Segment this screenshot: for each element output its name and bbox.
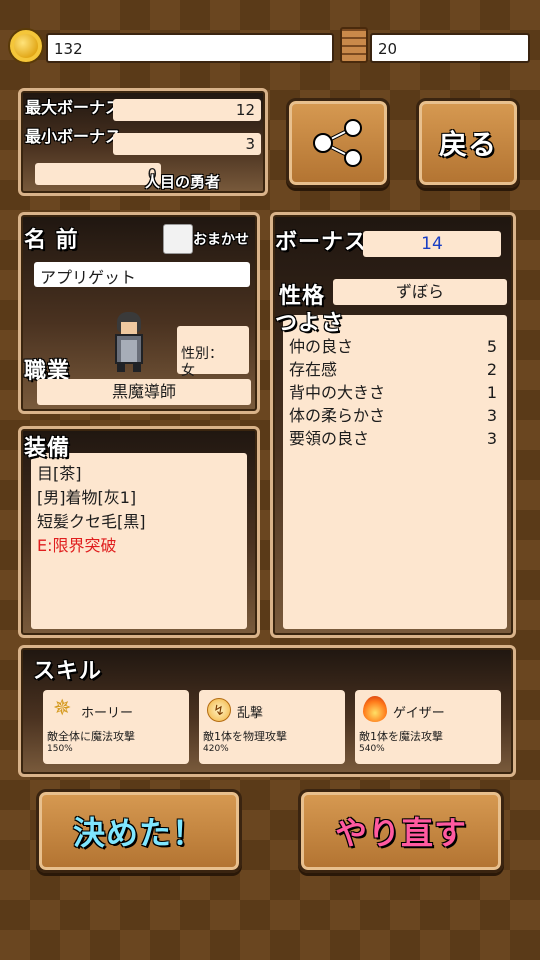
skill-desc: 敵全体に魔法攻撃	[47, 730, 135, 743]
name-input[interactable]: アプリゲット	[34, 262, 250, 287]
slash-icon: ↯	[207, 698, 231, 722]
name-title: 名 前	[24, 228, 79, 253]
bonus-label: ボーナス	[275, 230, 368, 255]
stat-value: 1	[486, 383, 497, 402]
brick-icon	[340, 27, 368, 63]
redo-button[interactable]: やり直す	[298, 789, 504, 873]
hero-count-suffix: 人目の勇者	[145, 173, 221, 191]
stat-name: 仲の良さ	[289, 337, 354, 356]
strength-list: 仲の良さ 5 存在感 2 背中の大きさ 1 体の柔らかさ 3 要領の良さ 3	[283, 315, 507, 629]
skill-percent: 420%	[203, 744, 229, 754]
strength-label: つよさ	[275, 311, 345, 336]
skill-name: ホーリー	[81, 706, 134, 721]
gender-value: 性別： 女	[181, 346, 223, 379]
coin-count-field: 132	[46, 33, 334, 63]
min-bonus-label: 最小ボーナス	[25, 127, 122, 146]
bonus-value: 14	[421, 234, 443, 254]
skill-card-holy[interactable]: ✵ ホーリー 敵全体に魔法攻撃 150%	[43, 690, 189, 764]
stat-row: 背中の大きさ 1	[289, 381, 497, 404]
holy-icon: ✵	[53, 696, 72, 721]
max-bonus-value: 12	[235, 101, 255, 119]
bonus-info-panel: 最大ボーナス 12 最小ボーナス 3 0 人目の勇者	[18, 88, 268, 196]
stat-row: 存在感 2	[289, 358, 497, 381]
skill-name: ゲイザー	[393, 706, 445, 721]
stat-name: 背中の大きさ	[289, 383, 386, 402]
coin-icon	[8, 28, 44, 64]
skill-card-ranbeki[interactable]: ↯ 乱撃 敵1体を物理攻撃 420%	[199, 690, 345, 764]
skills-panel: スキル ✵ ホーリー 敵全体に魔法攻撃 150% ↯ 乱撃 敵1体を物理攻撃 4…	[18, 645, 516, 777]
gender-field: 性別： 女	[177, 326, 249, 379]
hero-count-field: 0	[35, 163, 161, 185]
min-bonus-value-field: 3	[113, 133, 261, 155]
max-bonus-label: 最大ボーナス	[25, 98, 122, 117]
stat-row: 要領の良さ 3	[289, 427, 497, 450]
equipment-list: 目[茶] [男]着物[灰1] 短髪クセ毛[黒] E:限界突破	[31, 453, 247, 629]
skill-card-geyser[interactable]: ゲイザー 敵1体を魔法攻撃 540%	[355, 690, 501, 764]
decide-button[interactable]: 決めた！	[36, 789, 242, 873]
back-button[interactable]: 戻る	[416, 98, 520, 188]
fire-icon	[363, 696, 387, 722]
redo-button-label: やり直す	[334, 814, 467, 852]
stat-row: 体の柔らかさ 3	[289, 404, 497, 427]
skill-name: 乱撃	[237, 706, 264, 721]
skill-percent: 540%	[359, 744, 385, 754]
decide-button-label: 決めた！	[72, 814, 205, 852]
skills-title: スキル	[33, 659, 103, 684]
stat-value: 3	[486, 406, 497, 425]
job-field: 黒魔導師	[37, 379, 251, 405]
brick-count-field: 20	[370, 33, 530, 63]
stats-panel: ボーナス 14 性格 ずぼら 仲の良さ 5 存在感 2 背中の大きさ 1 体の柔らかさ…	[270, 212, 516, 638]
share-button[interactable]	[286, 98, 390, 188]
equipment-item: [男]着物[灰1]	[37, 488, 137, 507]
stat-value: 5	[486, 337, 497, 356]
equipment-panel: 目[茶] [男]着物[灰1] 短髪クセ毛[黒] E:限界突破 装備	[18, 426, 260, 638]
equipment-item: 短髪クセ毛[黒]	[37, 512, 146, 531]
skill-desc: 敵1体を物理攻撃	[203, 730, 287, 743]
skill-percent: 150%	[47, 744, 73, 754]
equipment-title: 装備	[24, 436, 71, 461]
omakase-checkbox[interactable]	[163, 224, 193, 254]
back-button-label: 戻る	[438, 128, 497, 161]
equipment-item: E:限界突破	[37, 536, 117, 555]
name-panel: 名 前 おまかせ アプリゲット 性別： 女 職業 黒魔導師	[18, 212, 260, 414]
name-input-value: アプリゲット	[40, 268, 137, 287]
omakase-label: おまかせ	[193, 232, 249, 248]
equipment-item: 目[茶]	[37, 464, 82, 483]
coin-count: 132	[54, 40, 83, 58]
min-bonus-value: 3	[245, 135, 255, 153]
job-value: 黒魔導師	[111, 382, 176, 401]
stat-name: 体の柔らかさ	[289, 406, 386, 425]
stat-value: 3	[486, 429, 497, 448]
personality-field: ずぼら	[333, 279, 507, 305]
stat-name: 存在感	[289, 360, 338, 379]
stat-row: 仲の良さ 5	[289, 335, 497, 358]
brick-count: 20	[378, 40, 398, 58]
personality-value: ずぼら	[395, 282, 444, 301]
bonus-value-field: 14	[363, 231, 501, 257]
character-sprite	[107, 312, 151, 372]
stat-name: 要領の良さ	[289, 429, 370, 448]
share-icon	[313, 119, 362, 167]
max-bonus-value-field: 12	[113, 99, 261, 121]
stat-value: 2	[486, 360, 497, 379]
skill-desc: 敵1体を魔法攻撃	[359, 730, 443, 743]
